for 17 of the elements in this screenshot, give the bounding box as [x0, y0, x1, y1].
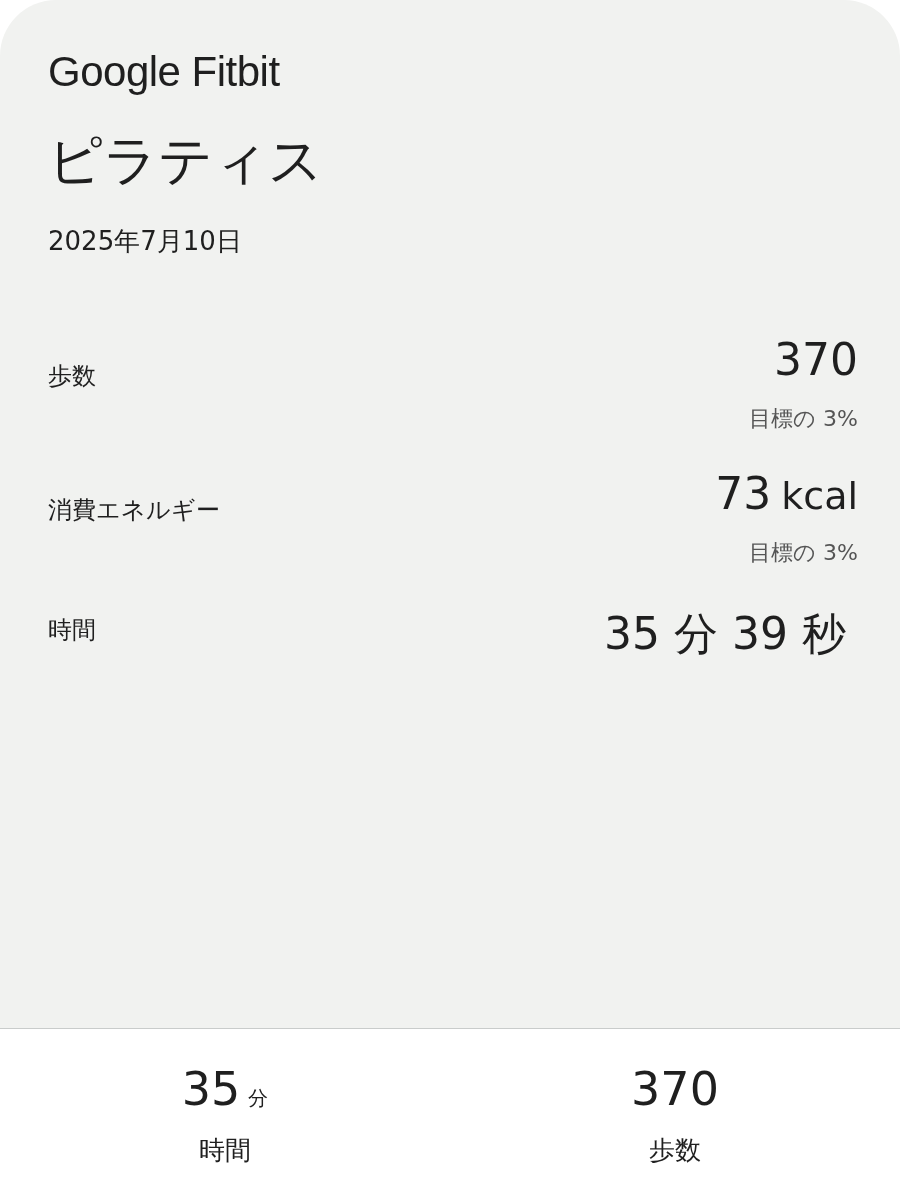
- goal-percentage: 目標の 3%: [749, 539, 858, 567]
- metric-label: 時間: [48, 615, 96, 646]
- brand-logo: Google Fitbit: [48, 47, 281, 97]
- metric-label: 歩数: [48, 361, 96, 392]
- activity-date: 2025年7月10日: [48, 225, 243, 258]
- summary-unit: 分: [248, 1085, 269, 1112]
- metric-value: 73: [715, 467, 772, 521]
- metric-unit: kcal: [781, 474, 858, 518]
- summary-value: 370: [631, 1061, 719, 1118]
- activity-title: ピラティス: [48, 128, 324, 194]
- metric-label: 消費エネルギー: [48, 495, 220, 526]
- metric-value: 370: [774, 333, 858, 387]
- metric-value: 35 分 39 秒: [604, 607, 846, 661]
- summary-value: 35: [181, 1061, 241, 1118]
- summary-label: 歩数: [649, 1134, 701, 1167]
- goal-percentage: 目標の 3%: [749, 405, 858, 433]
- summary-label: 時間: [199, 1134, 251, 1167]
